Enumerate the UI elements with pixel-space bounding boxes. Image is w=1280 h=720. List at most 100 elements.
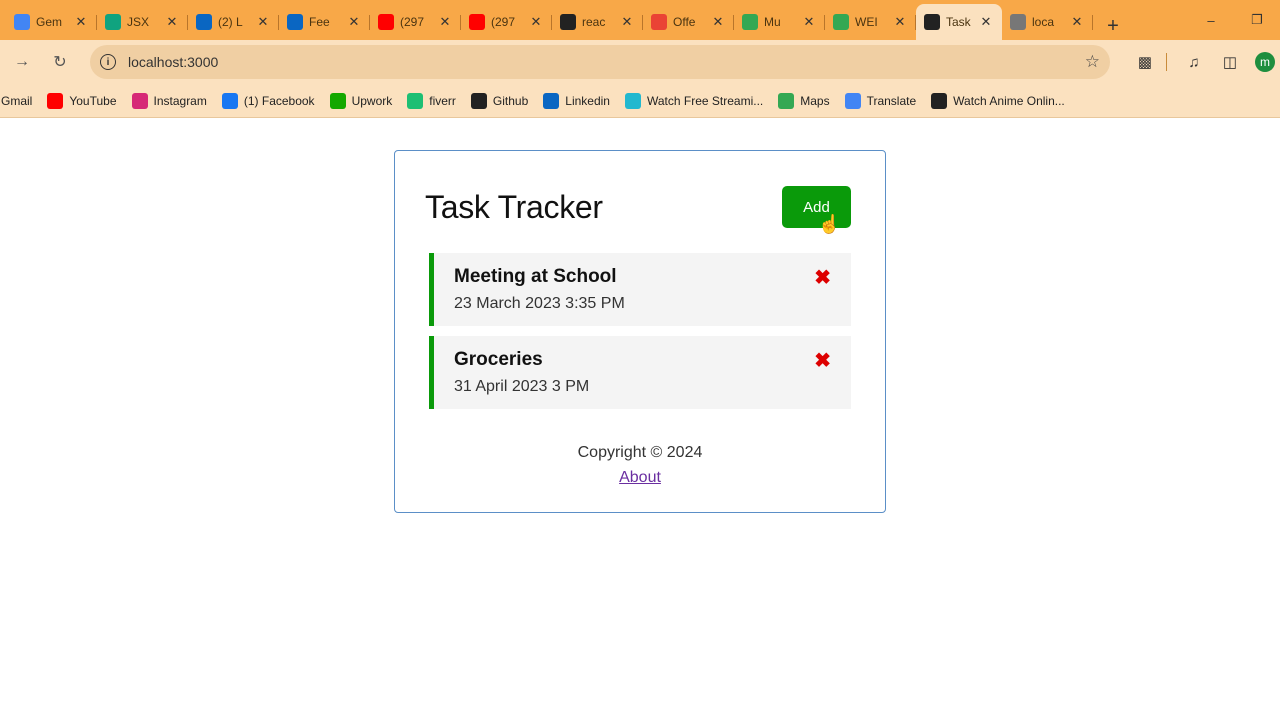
extensions-icon[interactable]: ▩ (1130, 47, 1160, 77)
bookmark-item[interactable]: Watch Anime Onlin... (931, 92, 1065, 109)
bookmark-label: YouTube (69, 93, 117, 108)
maps-icon (778, 92, 795, 109)
linkedin-icon (543, 92, 560, 109)
tab-close-icon[interactable]: ✕ (710, 14, 726, 30)
openai-icon (105, 14, 121, 30)
restore-button[interactable]: ❐ (1234, 0, 1280, 40)
tab-close-icon[interactable]: ✕ (164, 14, 180, 30)
youtube-icon (47, 92, 64, 109)
facebook-icon (221, 92, 238, 109)
bookmark-item[interactable]: Instagram (131, 92, 207, 109)
bookmark-item[interactable]: Gmail (1, 94, 32, 108)
task-title: Groceries (454, 349, 543, 370)
tab-5[interactable]: (297 ✕ (461, 6, 552, 38)
tab-close-icon[interactable]: ✕ (801, 14, 817, 30)
github-icon (560, 14, 576, 30)
bookmark-label: Maps (800, 93, 830, 108)
tab-9[interactable]: WEI ✕ (825, 6, 916, 38)
tab-title: Task (946, 15, 971, 29)
copyright-text: Copyright © 2024 (577, 444, 703, 461)
profile-avatar[interactable]: m (1255, 52, 1275, 72)
tab-close-icon[interactable]: ✕ (528, 14, 544, 30)
tab-0[interactable]: Gem ✕ (6, 6, 97, 38)
minimize-button[interactable]: – (1188, 0, 1234, 40)
bookmark-item[interactable]: Upwork (329, 92, 392, 109)
task-date: 31 April 2023 3 PM (454, 378, 590, 395)
bookmark-label: (1) Facebook (243, 93, 315, 108)
google-drive-icon (833, 14, 849, 30)
browser-tab-bar: Gem ✕ JSX ✕ (2) L ✕ Fee ✕ (297 ✕ (297 ✕ reac ✕ Offe ✕ Mu… (0, 0, 1280, 40)
bookmark-item[interactable]: Github (470, 92, 529, 109)
bookmark-item[interactable]: Maps (778, 92, 830, 109)
play-icon (624, 92, 641, 109)
add-button[interactable]: Add ☝ (782, 186, 851, 234)
bookmark-label: Github (492, 93, 529, 108)
toolbar-divider (1166, 53, 1167, 71)
tab-close-icon[interactable]: ✕ (255, 14, 271, 30)
tab-2[interactable]: (2) L ✕ (188, 6, 279, 38)
bookmark-item[interactable]: YouTube (47, 92, 117, 109)
tab-close-icon[interactable]: ✕ (437, 14, 453, 30)
forward-button[interactable]: → (6, 46, 38, 78)
bookmark-label: Translate (866, 93, 917, 108)
tab-title: Mu (764, 15, 781, 29)
tab-strip: Gem ✕ JSX ✕ (2) L ✕ Fee ✕ (297 ✕ (297 ✕ reac ✕ Offe ✕ Mu… (0, 0, 1093, 40)
bookmark-item[interactable]: (1) Facebook (221, 92, 315, 109)
tab-3[interactable]: Fee ✕ (279, 6, 370, 38)
bookmark-star-icon[interactable]: ☆ (1085, 52, 1100, 72)
tab-close-icon[interactable]: ✕ (619, 14, 635, 30)
linkedin-icon (196, 14, 212, 30)
tab-title: reac (582, 15, 606, 29)
task-item[interactable]: Meeting at School 23 March 2023 3:35 PM ✖ (429, 253, 851, 326)
bookmarks-bar: Gmail YouTube Instagram (1) Facebook Upwork f… (0, 84, 1280, 118)
tab-close-icon[interactable]: ✕ (73, 14, 89, 30)
reload-button[interactable]: ↻ (44, 46, 76, 78)
tab-title: (297 (400, 15, 425, 29)
tab-11[interactable]: loca ✕ (1002, 6, 1093, 38)
tab-title: loca (1032, 15, 1055, 29)
bookmark-item[interactable]: Watch Free Streami... (624, 92, 764, 109)
url-text[interactable]: localhost:3000 (128, 54, 1085, 70)
bookmark-item[interactable]: fiverr (407, 92, 456, 109)
tab-close-icon[interactable]: ✕ (892, 14, 908, 30)
site-info-icon[interactable]: i (100, 54, 116, 70)
new-tab-button[interactable]: + (1099, 12, 1127, 40)
bookmark-label: Linkedin (565, 93, 610, 108)
tab-7[interactable]: Offe ✕ (643, 6, 734, 38)
task-list: Meeting at School 23 March 2023 3:35 PM ✖ G… (425, 253, 855, 409)
bookmark-item[interactable]: Translate (844, 92, 917, 109)
tab-title: Gem (36, 15, 63, 29)
bookmark-label: Watch Free Streami... (646, 93, 764, 108)
about-link[interactable]: About (619, 469, 661, 486)
task-tracker-card: Task Tracker Add ☝ Meeting at School 23 M… (394, 150, 886, 513)
linkedin-icon (287, 14, 303, 30)
tab-close-icon[interactable]: ✕ (978, 14, 994, 30)
tab-title: JSX (127, 15, 150, 29)
tab-10[interactable]: Task ✕ (916, 4, 1002, 40)
task-date: 23 March 2023 3:35 PM (454, 295, 625, 312)
tab-close-icon[interactable]: ✕ (1069, 14, 1085, 30)
side-panel-icon[interactable]: ◫ (1215, 47, 1245, 77)
delete-icon[interactable]: ✖ (814, 265, 831, 290)
task-item[interactable]: Groceries 31 April 2023 3 PM ✖ (429, 336, 851, 409)
app-header: Task Tracker Add ☝ (425, 186, 855, 234)
bookmark-item[interactable]: Linkedin (543, 92, 610, 109)
bookmark-label: Instagram (153, 93, 207, 108)
address-bar[interactable]: i localhost:3000 ☆ (90, 45, 1110, 79)
anime-icon (931, 92, 948, 109)
window-controls: – ❐ (1188, 0, 1280, 40)
tab-title: Offe (673, 15, 696, 29)
media-control-icon[interactable]: ♫ (1179, 47, 1209, 77)
bookmark-label: Watch Anime Onlin... (953, 93, 1065, 108)
tab-1[interactable]: JSX ✕ (97, 6, 188, 38)
tab-close-icon[interactable]: ✕ (346, 14, 362, 30)
hand-cursor-icon: ☝ (818, 214, 841, 234)
tab-6[interactable]: reac ✕ (552, 6, 643, 38)
gemini-icon (14, 14, 30, 30)
delete-icon[interactable]: ✖ (814, 348, 831, 373)
tab-8[interactable]: Mu ✕ (734, 6, 825, 38)
upwork-icon (329, 92, 346, 109)
youtube-icon (469, 14, 485, 30)
tab-4[interactable]: (297 ✕ (370, 6, 461, 38)
tab-title: (2) L (218, 15, 243, 29)
